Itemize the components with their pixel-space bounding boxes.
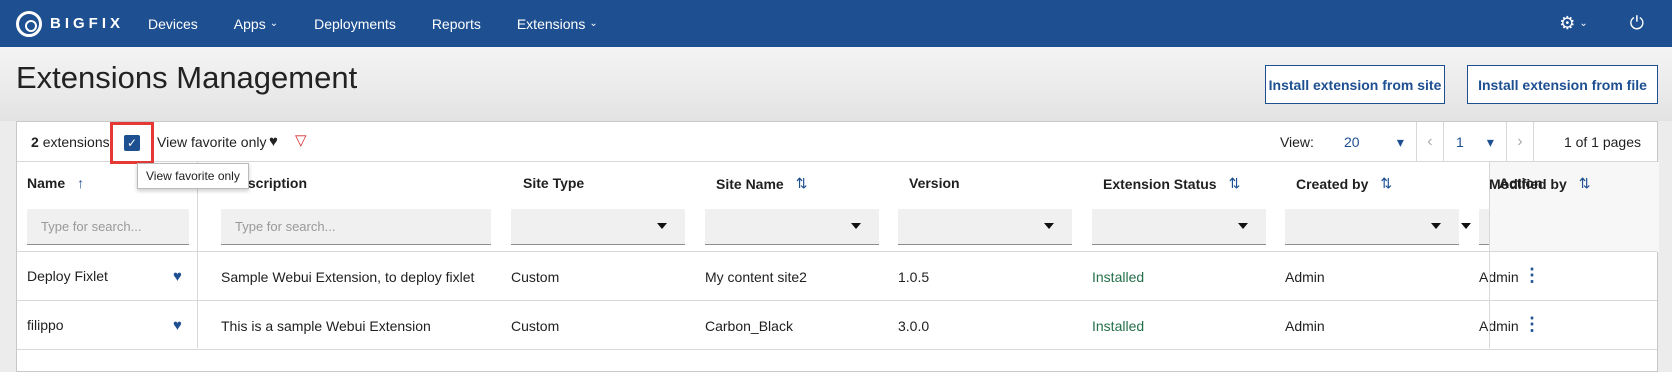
power-icon[interactable]: ⏻ [1630, 13, 1644, 34]
column-header-extension-status[interactable]: Extension Status ⇅ [1103, 175, 1240, 192]
column-site-name-label: Site Name [716, 175, 784, 192]
favorite-heart-icon[interactable]: ♥ [173, 268, 182, 285]
table-header: Name ↑ Description Site Type Site Name ⇅ V… [17, 162, 1657, 252]
column-divider [197, 162, 198, 348]
sort-asc-icon[interactable]: ↑ [77, 175, 84, 191]
column-status-label: Extension Status [1103, 175, 1217, 192]
per-page-select[interactable]: 20 ▾ [1344, 134, 1404, 151]
nav-apps[interactable]: Apps ⌄ [234, 16, 278, 32]
view-label: View: [1279, 134, 1314, 150]
install-from-site-button[interactable]: Install extension from site [1265, 65, 1445, 104]
bigfix-logo [16, 10, 42, 37]
row-site-name: Carbon_Black [705, 318, 793, 334]
pagination: View: 20 ▾ ‹ 1 ▾ › 1 of 1 pages [1280, 122, 1657, 162]
row-version: 3.0.0 [898, 318, 930, 334]
chevron-down-icon: ⌄ [1579, 18, 1588, 29]
next-page-button[interactable]: › [1507, 133, 1533, 151]
column-site-type-label: Site Type [523, 175, 585, 191]
name-search-input[interactable]: Type for search... [27, 209, 189, 245]
sort-icon[interactable]: ⇅ [796, 175, 808, 192]
page-number: 1 [1455, 133, 1464, 150]
nav-devices-label: Devices [148, 15, 198, 32]
chevron-down-icon: ⌄ [589, 18, 598, 29]
row-name[interactable]: Deploy Fixlet [27, 268, 108, 284]
nav-reports-label: Reports [431, 15, 481, 32]
gear-icon: ⚙ [1559, 13, 1576, 33]
heart-icon: ♥ [269, 133, 278, 150]
settings-menu[interactable]: ⚙ ⌄ [1559, 13, 1588, 34]
table-row[interactable]: filippo ♥ This is a sample Webui Extensi… [17, 302, 1657, 350]
nav-reports[interactable]: Reports [432, 16, 481, 32]
nav-deployments-label: Deployments [314, 15, 396, 32]
row-status: Installed [1092, 318, 1145, 334]
row-name[interactable]: filippo [27, 317, 64, 333]
install-from-file-button[interactable]: Install extension from file [1467, 65, 1658, 104]
sort-icon[interactable]: ⇅ [1380, 175, 1392, 192]
extension-count-number: 2 [31, 134, 39, 150]
nav-extensions-label: Extensions [516, 15, 586, 32]
column-header-action: Action [1499, 175, 1543, 191]
favorite-heart-icon[interactable]: ♥ [173, 317, 182, 334]
row-site-name: My content site2 [705, 269, 807, 285]
nav-apps-label: Apps [233, 15, 266, 32]
site-name-filter-select[interactable] [705, 209, 879, 245]
column-header-created-by[interactable]: Created by ⇅ [1296, 175, 1392, 192]
row-version: 1.0.5 [898, 269, 930, 285]
row-created-by: Admin [1285, 269, 1325, 285]
clear-filter-icon[interactable]: ▽ [295, 131, 307, 149]
brand[interactable]: BIGFIX [16, 10, 148, 37]
favorite-filter-highlight: ✓ [110, 122, 154, 164]
description-search-input[interactable]: Type for search... [221, 209, 491, 245]
column-version-label: Version [909, 175, 960, 191]
prev-page-button[interactable]: ‹ [1417, 133, 1443, 151]
sort-icon[interactable]: ⇅ [1229, 175, 1241, 192]
per-page-value: 20 [1343, 133, 1360, 150]
row-description: Sample Webui Extension, to deploy fixlet [221, 269, 475, 285]
favorite-only-label[interactable]: View favorite only [157, 134, 266, 150]
brand-name: BIGFIX [50, 15, 125, 32]
nav-extensions[interactable]: Extensions ⌄ [517, 16, 598, 32]
page-select[interactable]: 1 ▾ [1444, 134, 1506, 151]
favorite-only-checkbox[interactable]: ✓ [124, 135, 140, 151]
column-action-label: Action [1499, 175, 1543, 191]
modified-by-filter-select[interactable] [1461, 209, 1489, 245]
created-by-filter-select[interactable] [1285, 209, 1459, 245]
chevron-down-icon: ⌄ [269, 18, 279, 29]
row-site-type: Custom [511, 269, 560, 285]
page-total: 1 of 1 pages [1563, 134, 1641, 150]
table-row[interactable]: Deploy Fixlet ♥ Sample Webui Extension, … [17, 253, 1657, 301]
extensions-table-panel: 2 extensions ✓ View favorite only ♥ ▽ Vi… [16, 121, 1659, 372]
top-nav: BIGFIX Devices Apps ⌄ Deployments Reports… [0, 0, 1672, 47]
nav-deployments[interactable]: Deployments [314, 16, 396, 32]
status-filter-select[interactable] [1092, 209, 1266, 245]
tooltip: View favorite only [137, 163, 249, 189]
column-header-name[interactable]: Name ↑ [27, 175, 84, 191]
caret-down-icon: ▾ [1396, 133, 1404, 150]
column-created-by-label: Created by [1296, 175, 1369, 192]
extension-count: 2 extensions [31, 134, 110, 150]
column-header-site-name[interactable]: Site Name ⇅ [716, 175, 807, 192]
page-title: Extensions Management [16, 60, 358, 95]
row-description: This is a sample Webui Extension [221, 318, 431, 334]
nav-devices[interactable]: Devices [148, 16, 198, 32]
column-header-version[interactable]: Version [909, 175, 960, 191]
version-filter-select[interactable] [898, 209, 1072, 245]
table-toolbar: 2 extensions ✓ View favorite only ♥ ▽ Vi… [17, 122, 1657, 189]
row-created-by: Admin [1285, 318, 1325, 334]
caret-down-icon: ▾ [1486, 133, 1494, 150]
site-type-filter-select[interactable] [511, 209, 685, 245]
row-status: Installed [1092, 269, 1145, 285]
page-header: Extensions Management Install extension … [0, 47, 1672, 121]
row-site-type: Custom [511, 318, 560, 334]
column-name-label: Name [27, 175, 66, 191]
extension-count-suffix: extensions [42, 134, 110, 150]
column-header-site-type[interactable]: Site Type [523, 175, 584, 191]
